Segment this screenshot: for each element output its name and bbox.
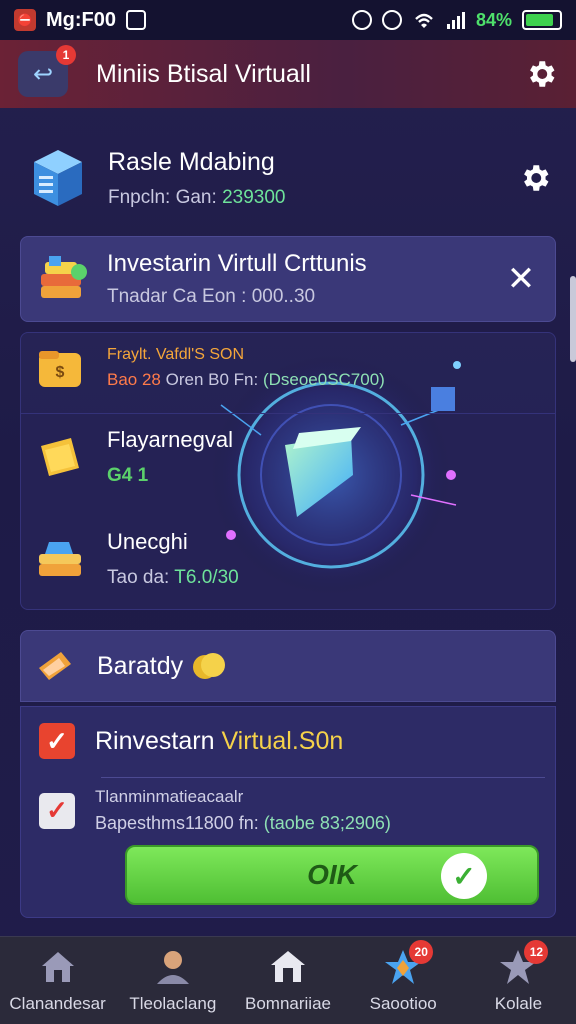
ok-button[interactable]: OIK ✓ [125, 845, 539, 905]
baratdy-card[interactable]: Baratdy [20, 630, 556, 702]
invest-text: Investarin Virtull Crttunis Tnadar Ca Eo… [107, 250, 367, 308]
list-item-frayl-title: Fraylt. Vafdl'S SON [107, 346, 245, 363]
battery-percentage: 84% [475, 9, 512, 30]
notification-icon [126, 10, 146, 30]
list-item-unecghi-title: Unecghi [107, 529, 188, 554]
list-item-flayarnegval-sub: G4 1 [107, 465, 149, 486]
list-item-frayl[interactable]: $ Fraylt. Vafdl'S SON Bao 28 Oren B0 Fn:… [21, 343, 555, 393]
checkbox-checked[interactable]: ✓ [39, 723, 75, 759]
wifi-icon [415, 13, 433, 28]
mdabing-sub-value: 239300 [222, 186, 286, 208]
house-icon [271, 950, 305, 982]
list-divider [21, 413, 555, 414]
back-badge: 1 [56, 45, 76, 65]
list-item-unecghi-sub: Tao da: T6.0/30 [107, 567, 239, 589]
status-left: ⛔ Mg:F00 [14, 9, 146, 32]
reinvest-label-prefix: Rinvestarn [95, 726, 222, 755]
list-item-flayarnegval-title: Flayarnegval [107, 427, 233, 452]
nav-item-profile[interactable]: Tleolaclang [115, 937, 230, 1024]
reinvest-label: Rinvestarn Virtual.S0n [95, 727, 343, 756]
header-bar: ↩ 1 Miniis Btisal Virtuall [0, 40, 576, 108]
unecghi-sub-value: T6.0/30 [174, 567, 239, 588]
baratdy-title: Baratdy [97, 651, 184, 680]
back-arrow-icon: ↩ [32, 60, 54, 88]
investment-stack-icon [41, 256, 87, 298]
terms-text: Tlanminmatieacaalr Bapesthms11800 fn: (t… [95, 787, 391, 834]
nav-item-home[interactable]: Clanandesar [0, 937, 115, 1024]
status-time: Mg:F00 [46, 8, 116, 31]
nav-label: Bomnariiae [245, 993, 331, 1013]
app-screen: ⛔ Mg:F00 84% ↩ 1 Miniis Btisal Virtuall … [0, 0, 576, 1024]
terms-title: Tlanminmatieacaalr [95, 787, 244, 806]
battery-level [526, 14, 553, 26]
close-icon[interactable]: ✕ [501, 259, 541, 299]
nav-icon-wrapper: 12 [498, 939, 549, 986]
nav-label: Clanandesar [9, 993, 106, 1013]
checkmark-icon: ✓ [441, 853, 487, 899]
nav-item-kolale[interactable]: 12 Kolale [461, 937, 576, 1024]
scrollbar[interactable] [570, 276, 576, 362]
gold-stack-icon [41, 438, 79, 476]
server-cube-icon [34, 150, 82, 206]
reinvest-checkbox-row[interactable]: ✓ Rinvestarn Virtual.S0n [39, 723, 343, 759]
reinvest-label-highlight: Virtual.S0n [221, 726, 344, 755]
unecghi-sub-label: Tao da: [107, 567, 175, 588]
ok-button-label: OIK [307, 859, 357, 890]
list-item-frayl-sub: Bao 28 Oren B0 Fn: (Dseoe0SC700) [107, 370, 385, 390]
signal-icon [446, 12, 465, 29]
nav-label: Tleolaclang [129, 993, 217, 1013]
checkbox-checked-white[interactable]: ✓ [39, 792, 75, 829]
battery-icon [522, 10, 562, 30]
nav-icon-wrapper: 20 [383, 939, 434, 986]
header-settings-button[interactable] [524, 57, 558, 91]
mdabing-subtitle: Fnpcln: Gan: 239300 [108, 187, 285, 209]
nav-item-house[interactable]: Bomnariiae [230, 937, 345, 1024]
terms-sub-value: (taobe 83;2906) [263, 813, 391, 833]
frayl-sub-value: (Dseoe0SC700) [262, 370, 385, 389]
invest-subtitle: Tnadar Ca Eon : 000..30 [107, 286, 316, 307]
list-item-unecghi[interactable]: Unecghi Tao da: T6.0/30 [21, 529, 555, 589]
bottom-navigation: Clanandesar Tleolaclang Bomnariiae 20 Sa… [0, 936, 576, 1024]
list-item-unecghi-text: Unecghi Tao da: T6.0/30 [107, 529, 239, 589]
nav-badge: 20 [409, 939, 434, 964]
frayl-sub-label: Bao 28 [107, 370, 161, 389]
confirm-card: ✓ Rinvestarn Virtual.S0n ✓ Tlanminmatiea… [20, 706, 556, 918]
layered-box-icon [39, 542, 81, 576]
profile-icon [156, 950, 189, 984]
gear-icon [530, 61, 555, 87]
nav-label: Saootioo [369, 993, 437, 1013]
mdabing-text: Rasle Mdabing Fnpcln: Gan: 239300 [108, 148, 285, 209]
nav-label: Kolale [494, 993, 543, 1013]
list-item-frayl-text: Fraylt. Vafdl'S SON Bao 28 Oren B0 Fn: (… [107, 346, 385, 390]
list-item-flayarnegval[interactable]: Flayarnegval G4 1 [21, 427, 555, 487]
terms-sub: Bapesthms11800 fn: (taobe 83;2906) [95, 813, 391, 834]
invest-card[interactable]: Investarin Virtull Crttunis Tnadar Ca Eo… [20, 236, 556, 322]
status-bar: ⛔ Mg:F00 84% [0, 0, 576, 40]
coin-icon [193, 653, 226, 679]
mdabing-sub-label: Fnpcln: Gan: [108, 186, 223, 208]
confirm-divider [101, 777, 545, 778]
nav-item-saootioo[interactable]: 20 Saootioo [346, 937, 461, 1024]
alarm-icon [351, 10, 372, 30]
page-title: Miniis Btisal Virtuall [96, 59, 311, 88]
mdabing-title: Rasle Mdabing [108, 147, 275, 176]
status-right: 84% [351, 9, 562, 31]
investment-list-card: $ Fraylt. Vafdl'S SON Bao 28 Oren B0 Fn:… [20, 332, 556, 610]
nav-badge: 12 [524, 939, 549, 964]
terms-sub-label: Bapesthms11800 fn: [95, 813, 264, 833]
list-item-flayarnegval-text: Flayarnegval G4 1 [107, 427, 233, 487]
back-button[interactable]: ↩ 1 [18, 45, 76, 97]
settings-gear-icon[interactable] [518, 161, 552, 195]
mdabing-row[interactable]: Rasle Mdabing Fnpcln: Gan: 239300 [20, 130, 556, 226]
ticket-icon [39, 652, 71, 680]
invest-title: Investarin Virtull Crttunis [107, 250, 367, 277]
svg-text:$: $ [56, 364, 65, 381]
terms-checkbox-row[interactable]: ✓ Tlanminmatieacaalr Bapesthms11800 fn: … [39, 787, 391, 834]
home-icon [41, 951, 74, 982]
clock-icon [381, 10, 402, 30]
app-notification-icon: ⛔ [14, 9, 36, 31]
folder-coin-icon: $ [39, 351, 81, 387]
frayl-sub-mid: Oren B0 Fn: [160, 370, 263, 389]
